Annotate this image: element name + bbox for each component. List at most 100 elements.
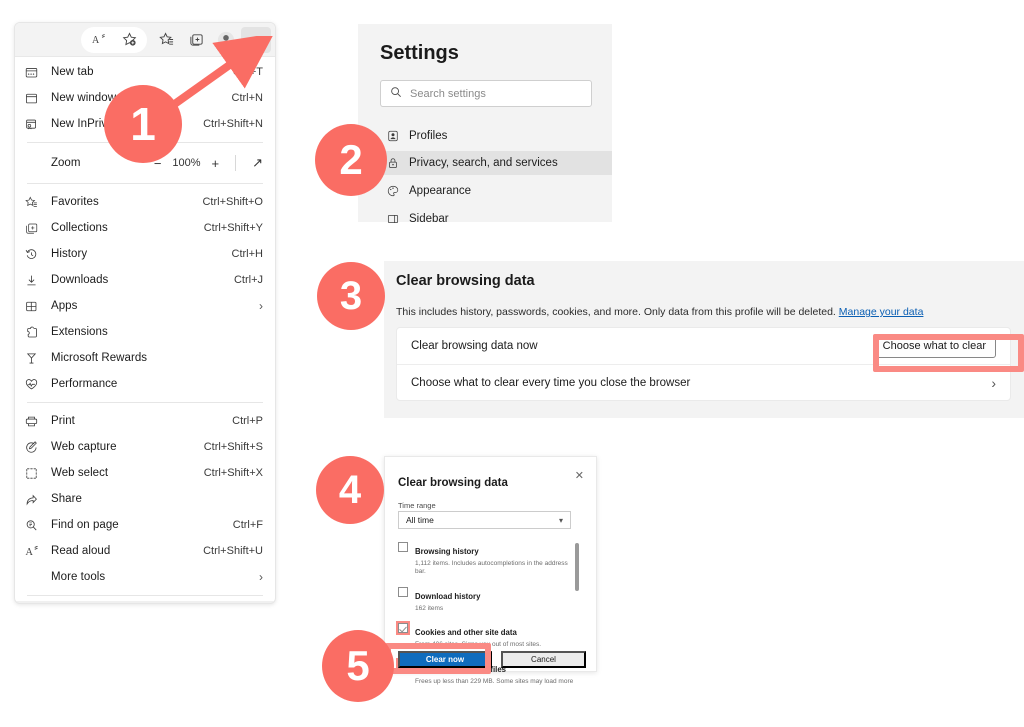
palette-icon <box>386 185 400 197</box>
menu-item-settings[interactable]: Settings <box>15 601 275 603</box>
menu-item-collections[interactable]: Collections Ctrl+Shift+Y <box>15 215 275 241</box>
menu-item-performance[interactable]: Performance <box>15 371 275 397</box>
menu-item-label: Web capture <box>51 441 117 453</box>
settings-panel: Settings Search settings Profiles Privac… <box>358 24 612 225</box>
menu-item-web-select[interactable]: Web select Ctrl+Shift+X <box>15 460 275 486</box>
share-icon <box>25 493 47 506</box>
menu-item-label: Apps <box>51 300 78 312</box>
menu-item-web-capture[interactable]: Web capture Ctrl+Shift+S <box>15 434 275 460</box>
history-icon <box>25 248 47 261</box>
menu-item-downloads[interactable]: Downloads Ctrl+J <box>15 267 275 293</box>
extensions-icon <box>25 326 47 339</box>
menu-item-label: Print <box>51 415 75 427</box>
settings-nav-label: Profiles <box>409 130 448 142</box>
search-settings-input[interactable]: Search settings <box>380 80 592 107</box>
menu-item-microsoft-rewards[interactable]: Microsoft Rewards <box>15 345 275 371</box>
zoom-in-button[interactable]: + <box>212 156 220 171</box>
settings-nav-sidebar[interactable]: Sidebar <box>380 207 612 231</box>
rewards-icon <box>25 352 47 365</box>
menu-item-label: Share <box>51 493 82 505</box>
step-marker-2: 2 <box>315 124 387 196</box>
sidebar-icon <box>386 213 400 225</box>
dialog-scrollbar[interactable] <box>575 543 579 591</box>
option-browsing-history[interactable]: Browsing history 1,112 items. Includes a… <box>398 541 574 577</box>
clear-now-button[interactable]: Clear now <box>398 651 492 668</box>
close-icon[interactable]: ✕ <box>575 469 584 482</box>
menu-item-find-on-page[interactable]: Find on page Ctrl+F <box>15 512 275 538</box>
step-number: 5 <box>346 642 370 689</box>
fullscreen-icon[interactable]: ↗ <box>252 155 263 171</box>
svg-text:A: A <box>92 35 100 46</box>
menu-item-shortcut: Ctrl+P <box>232 415 263 427</box>
checkbox[interactable] <box>398 542 408 552</box>
choose-what-to-clear-button[interactable]: Choose what to clear <box>872 334 996 358</box>
cancel-button[interactable]: Cancel <box>501 651 586 668</box>
search-icon <box>390 85 402 103</box>
option-label: Cookies and other site data <box>415 628 517 638</box>
option-sublabel: Frees up less than 229 MB. Some sites ma… <box>415 677 574 685</box>
web-capture-icon <box>25 440 47 454</box>
option-label: Browsing history <box>415 547 479 556</box>
menu-item-apps[interactable]: Apps › <box>15 293 275 319</box>
dialog-title: Clear browsing data <box>398 477 508 489</box>
clear-browsing-data-dialog: Clear browsing data ✕ Time range All tim… <box>384 456 597 685</box>
step-marker-1: 1 <box>104 85 182 163</box>
option-cookies-and-other-site-data[interactable]: Cookies and other site data From 406 sit… <box>396 621 574 649</box>
settings-nav-appearance[interactable]: Appearance <box>380 179 612 203</box>
collections-icon <box>25 222 47 235</box>
menu-item-shortcut: Ctrl+Shift+X <box>203 467 263 479</box>
menu-item-label: Web select <box>51 467 109 479</box>
time-range-select[interactable]: All time ▾ <box>398 511 571 529</box>
option-sublabel: From 406 sites. Signs you out of most si… <box>415 641 542 649</box>
zoom-controls: − 100% + ↗ <box>154 155 263 171</box>
step-marker-5: 5 <box>322 630 394 702</box>
row-label: Clear browsing data now <box>411 340 538 352</box>
settings-nav-privacy-search-and-services[interactable]: Privacy, search, and services <box>364 151 612 175</box>
print-icon <box>25 415 47 428</box>
lock-icon <box>386 157 400 169</box>
menu-item-label: History <box>51 248 88 260</box>
menu-item-extensions[interactable]: Extensions <box>15 319 275 345</box>
checkbox[interactable] <box>398 586 408 597</box>
menu-item-print[interactable]: Print Ctrl+P <box>15 408 275 434</box>
menu-item-label: Performance <box>51 378 118 390</box>
read-aloud-icon[interactable]: A <box>84 27 114 53</box>
zoom-divider <box>235 155 237 171</box>
option-download-history[interactable]: Download history 162 items <box>398 586 574 613</box>
menu-item-read-aloud[interactable]: A Read aloud Ctrl+Shift+U <box>15 538 275 564</box>
menu-item-label: More tools <box>51 571 106 583</box>
checkbox[interactable] <box>396 621 410 636</box>
dialog-buttons: Clear now Cancel <box>398 651 586 668</box>
step-marker-4: 4 <box>316 456 384 524</box>
search-placeholder: Search settings <box>410 87 486 100</box>
settings-nav-profiles[interactable]: Profiles <box>380 124 612 148</box>
step-number: 2 <box>339 136 363 183</box>
menu-item-shortcut: Ctrl+Shift+O <box>202 196 263 208</box>
time-range-value: All time <box>406 515 434 525</box>
choose-what-to-clear-on-close-row[interactable]: Choose what to clear every time you clos… <box>397 364 1010 400</box>
menu-item-more-tools[interactable]: More tools › <box>15 564 275 590</box>
clear-browsing-data-now-row: Clear browsing data now Choose what to c… <box>397 328 1010 364</box>
chevron-right-icon: › <box>259 299 263 313</box>
option-sublabel: 1,112 items. Includes autocompletions in… <box>415 560 568 576</box>
section-title: Clear browsing data <box>396 273 535 289</box>
tutorial-screenshot: A New tab Ctrl+T New window Ctrl+N New I… <box>0 0 1024 727</box>
manage-your-data-link[interactable]: Manage your data <box>839 306 924 318</box>
menu-item-favorites[interactable]: Favorites Ctrl+Shift+O <box>15 189 275 215</box>
menu-item-share[interactable]: Share <box>15 486 275 512</box>
menu-item-shortcut: Ctrl+J <box>233 274 263 286</box>
section-description: This includes history, passwords, cookie… <box>396 306 923 318</box>
settings-nav-label: Appearance <box>409 185 472 197</box>
step-number: 4 <box>338 468 362 512</box>
menu-divider <box>27 183 263 184</box>
chevron-right-icon: › <box>991 374 996 391</box>
menu-item-label: Read aloud <box>51 545 111 557</box>
zoom-percent: 100% <box>172 157 201 169</box>
settings-nav-label: Privacy, search, and services <box>409 157 558 169</box>
menu-item-label: Downloads <box>51 274 109 286</box>
option-label: Download history <box>415 591 481 601</box>
clear-options-list: Browsing history 1,112 items. Includes a… <box>396 541 574 695</box>
time-range-label: Time range <box>398 501 436 510</box>
menu-item-shortcut: Ctrl+F <box>232 519 263 531</box>
menu-item-history[interactable]: History Ctrl+H <box>15 241 275 267</box>
